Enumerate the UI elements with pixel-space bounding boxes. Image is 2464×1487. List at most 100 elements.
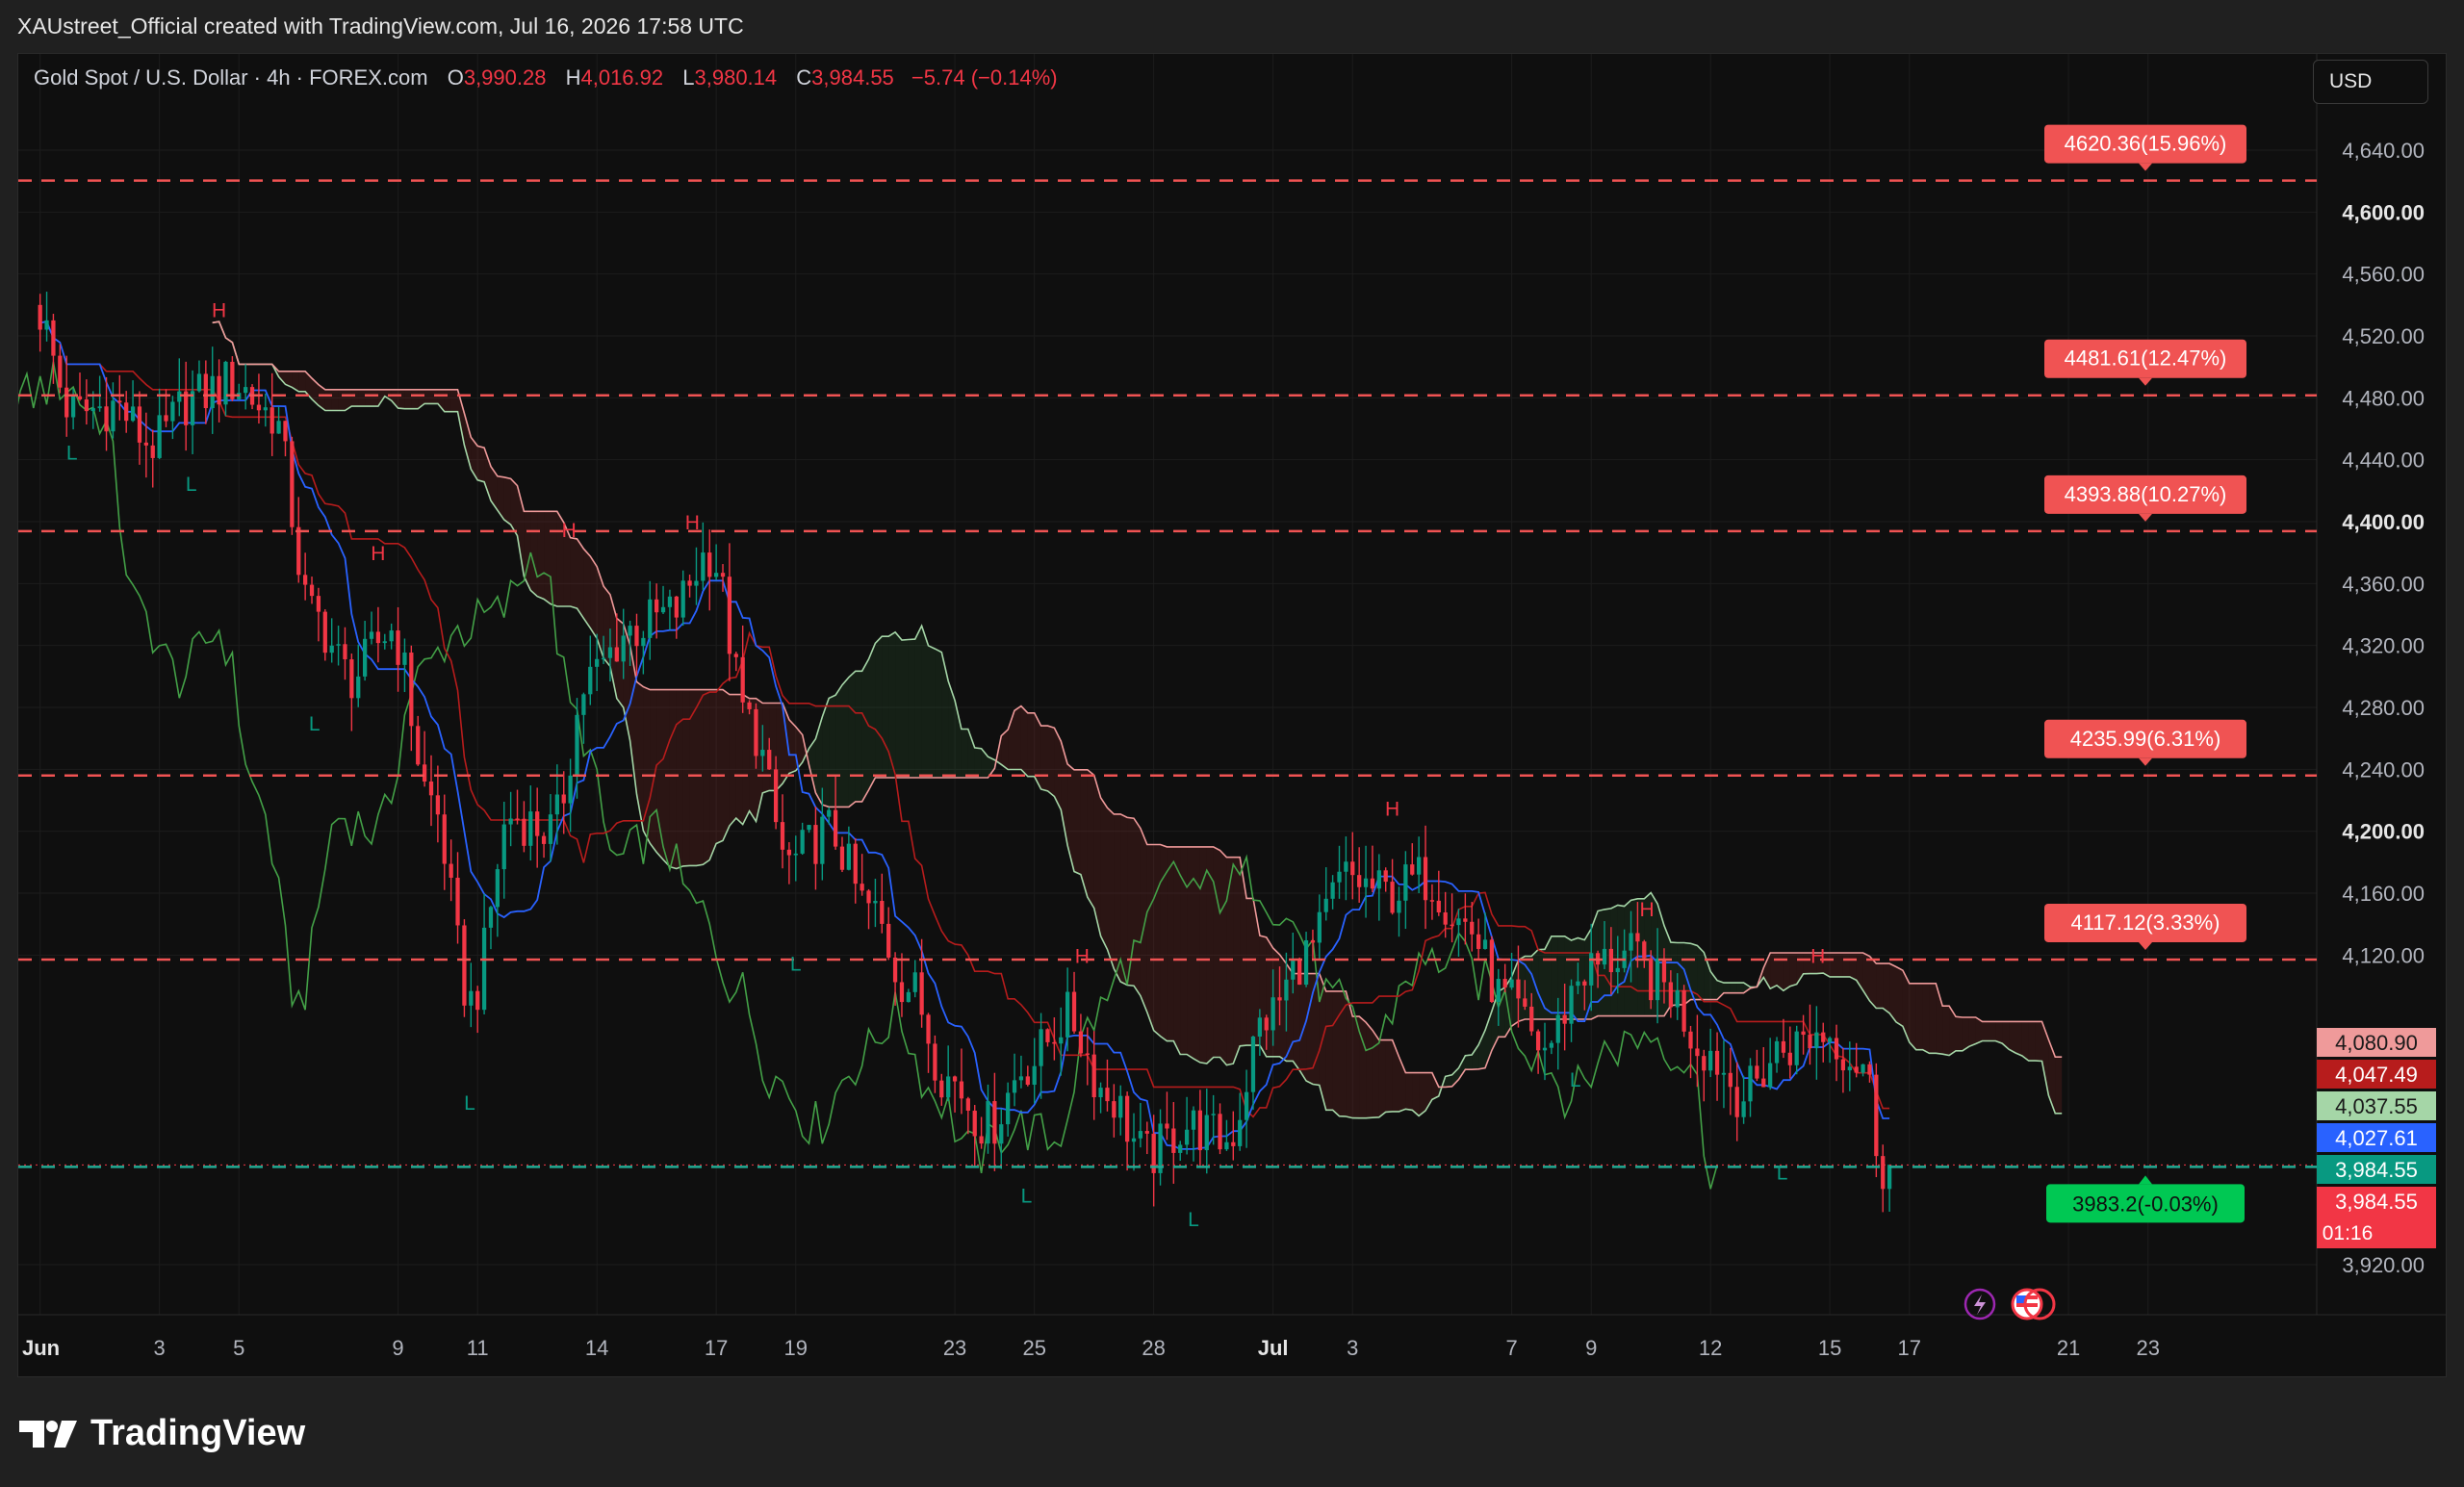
cloud-segment — [855, 671, 862, 802]
cloud-segment — [941, 652, 949, 778]
cloud-segment — [1385, 1039, 1393, 1113]
cloud-segment — [1869, 956, 1877, 1009]
candle-body — [654, 599, 659, 613]
candle-body — [561, 794, 566, 804]
cloud-segment — [935, 649, 942, 778]
target-level-pointer — [2139, 163, 2152, 171]
symbol-title[interactable]: Gold Spot / U.S. Dollar · 4h · FOREX.com — [34, 65, 428, 90]
candle-body — [522, 818, 526, 846]
candle-body — [1509, 979, 1514, 988]
chart-panel[interactable]: 4620.36(15.96%) 4481.61(12.47%) 4393.88(10… — [17, 53, 2447, 1377]
candle-body — [1443, 912, 1448, 925]
x-axis-tick-label: 9 — [392, 1336, 403, 1360]
candle-body — [1535, 1031, 1541, 1051]
pivot-low-marker: L — [790, 953, 802, 975]
cloud-segment — [1100, 797, 1108, 950]
cloud-segment — [696, 689, 704, 866]
candle-body — [1748, 1065, 1753, 1102]
price-tag-label: 4,080.90 — [2335, 1031, 2418, 1055]
lightning-icon-bolt — [1974, 1295, 1986, 1315]
cloud-segment — [1047, 726, 1055, 797]
candle-body — [588, 666, 593, 695]
cloud-segment — [491, 466, 498, 511]
candle-body — [1105, 1088, 1110, 1102]
current-level-pointer — [2139, 1175, 2152, 1185]
cloud-segment — [895, 631, 902, 778]
candle-body — [1702, 1056, 1707, 1071]
open-label: O — [447, 65, 464, 90]
candle-body — [1006, 1092, 1011, 1125]
candle-body — [853, 843, 858, 885]
cloud-segment — [404, 389, 412, 409]
cloud-segment — [1989, 1021, 1996, 1041]
candle-body — [1814, 1032, 1819, 1049]
cloud-segment — [351, 389, 359, 407]
close-value: 3,984.55 — [811, 65, 894, 90]
cloud-segment — [669, 689, 677, 869]
candle-body — [999, 1124, 1004, 1144]
cloud-segment — [1942, 1006, 1950, 1056]
chart-caption: XAUstreet_Official created with TradingV… — [17, 13, 744, 38]
candle-body — [104, 406, 109, 432]
cloud-segment — [676, 689, 683, 869]
candle-body — [396, 630, 400, 665]
target-level-label: 4117.12(3.33%) — [2071, 910, 2220, 935]
candle-body — [1018, 1076, 1024, 1081]
countdown-label: 01:16 — [2323, 1222, 2374, 1244]
cloud-segment — [1366, 1022, 1373, 1118]
price-chart[interactable]: 4620.36(15.96%) 4481.61(12.47%) 4393.88(10… — [18, 54, 2447, 1377]
candle-body — [601, 657, 606, 660]
pivot-high-marker: H — [1075, 945, 1090, 967]
candle-body — [84, 398, 90, 412]
candle-body — [296, 526, 301, 576]
candle-body — [501, 824, 506, 870]
candle-body — [747, 702, 752, 709]
candle-body — [1516, 979, 1521, 999]
candle-body — [1675, 989, 1680, 1008]
tradingview-brand[interactable]: TradingView — [19, 1413, 305, 1454]
candle-body — [1370, 878, 1375, 889]
candle-body — [1635, 933, 1640, 942]
currency-button[interactable]: USD — [2313, 60, 2428, 104]
y-axis-tick-label: 4,280.00 — [2342, 696, 2425, 720]
cloud-segment — [544, 511, 551, 604]
candle-body — [581, 694, 586, 715]
candle-body — [343, 644, 347, 660]
candle-body — [449, 863, 453, 878]
y-axis-tick-label: 4,320.00 — [2342, 634, 2425, 658]
cloud-segment — [1876, 963, 1884, 1009]
cloud-segment — [537, 511, 545, 600]
candle-body — [276, 421, 281, 434]
candle-body — [1734, 1087, 1739, 1117]
cloud-segment — [974, 747, 982, 778]
candle-body — [986, 1101, 990, 1144]
price-tag-label: 4,037.55 — [2335, 1094, 2418, 1118]
cloud-segment — [716, 689, 723, 844]
candle-body — [1847, 1066, 1852, 1071]
candle-body — [959, 1081, 964, 1099]
candle-body — [244, 387, 248, 394]
candle-body — [164, 415, 168, 422]
candle-body — [1350, 861, 1355, 876]
candle-body — [1224, 1141, 1229, 1150]
candle-body — [1357, 875, 1362, 887]
low-label: L — [682, 65, 695, 90]
pivot-low-marker: L — [1021, 1186, 1033, 1208]
candle-body — [952, 1076, 958, 1082]
candle-body — [481, 927, 487, 1011]
candle-body — [1397, 900, 1401, 913]
cloud-segment — [703, 689, 710, 865]
candle-body — [1470, 921, 1475, 935]
cloud-segment — [1167, 846, 1174, 1041]
candle-body — [535, 811, 540, 836]
x-axis-tick-label: 19 — [784, 1336, 808, 1360]
candle-body — [919, 972, 924, 1015]
candle-body — [687, 580, 692, 586]
candle-body — [1184, 1129, 1190, 1145]
cloud-segment — [1697, 945, 1705, 1000]
candle-body — [428, 782, 434, 796]
candle-body — [1218, 1114, 1222, 1150]
cloud-segment — [835, 684, 842, 808]
candle-body — [1045, 1029, 1050, 1042]
cloud-segment — [1883, 963, 1890, 1013]
